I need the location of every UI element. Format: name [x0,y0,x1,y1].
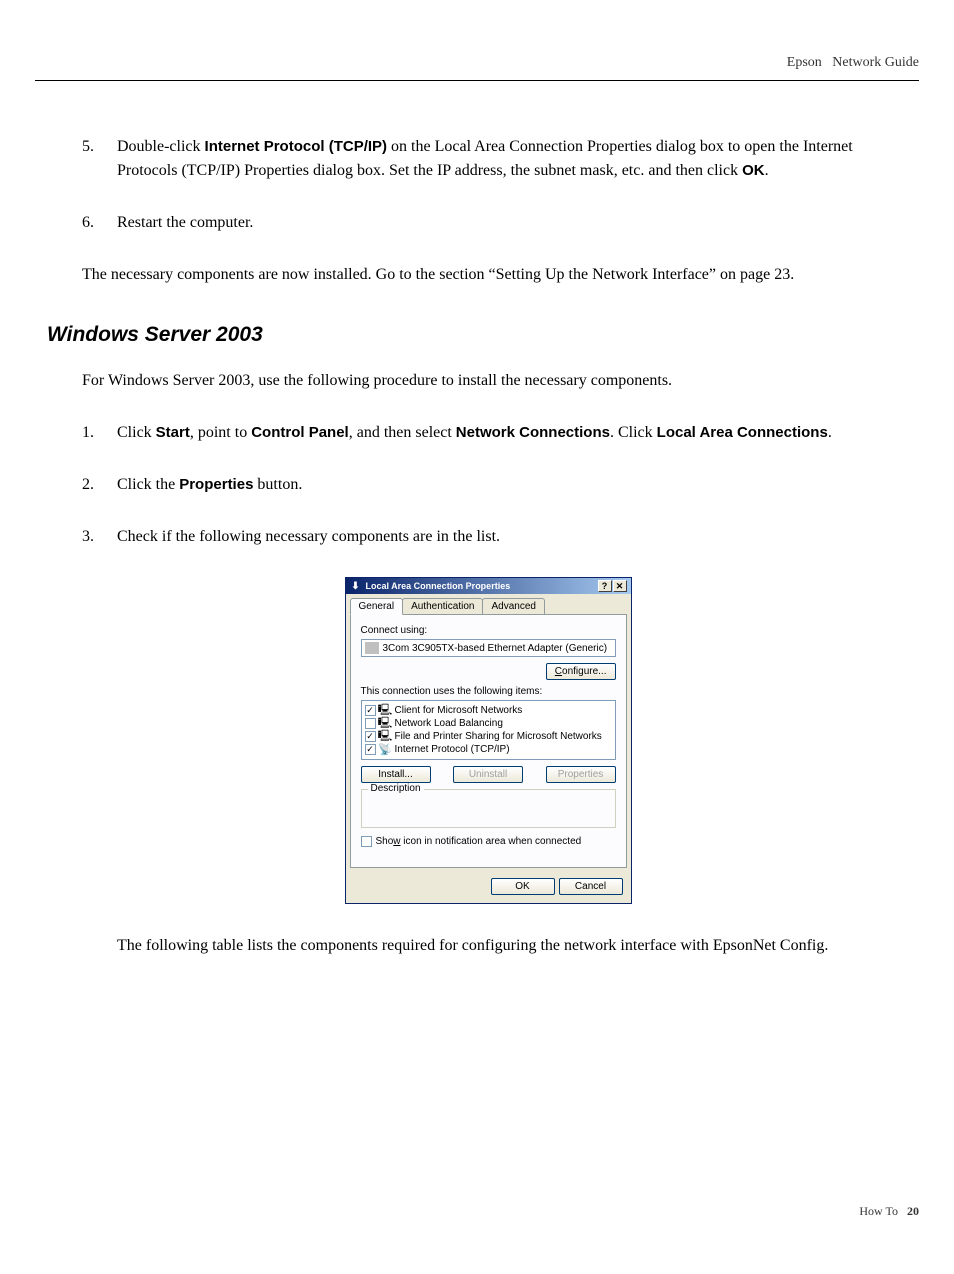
dialog-tabs: General Authentication Advanced [346,594,631,614]
uninstall-button[interactable]: Uninstall [453,766,523,783]
list-item[interactable]: ✓ 🖳 Client for Microsoft Networks [365,704,612,717]
step-number: 3. [82,525,117,549]
step-number: 2. [82,473,117,497]
dialog-title: Local Area Connection Properties [366,581,511,591]
checkbox-icon[interactable] [361,836,372,847]
step-text: Restart the computer. [117,211,894,235]
close-button[interactable]: ✕ [613,580,627,592]
protocol-icon: 📡 [379,743,392,756]
cancel-button[interactable]: Cancel [559,878,623,895]
dialog-footer: OK Cancel [346,872,631,903]
step-text: Click the Properties button. [117,473,894,497]
checkbox-icon[interactable]: ✓ [365,705,376,716]
adapter-icon [365,642,379,654]
connection-icon: ⬇ [350,580,362,592]
items-label: This connection uses the following items… [361,686,616,697]
description-group: Description [361,789,616,828]
step-1: 1. Click Start, point to Control Panel, … [82,421,894,445]
step-text: Click Start, point to Control Panel, and… [117,421,894,445]
adapter-field: 3Com 3C905TX-based Ethernet Adapter (Gen… [361,639,616,657]
connect-using-label: Connect using: [361,625,616,636]
page-content: 5. Double-click Internet Protocol (TCP/I… [82,135,894,986]
page-footer: How To 20 [859,1204,919,1219]
tab-content: Connect using: 3Com 3C905TX-based Ethern… [350,614,627,868]
step-number: 5. [82,135,117,183]
footer-page-number: 20 [907,1204,919,1218]
section-heading: Windows Server 2003 [47,323,894,347]
step-text: Check if the following necessary compone… [117,525,894,549]
checkbox-icon[interactable]: ✓ [365,744,376,755]
configure-button[interactable]: Configure... [546,663,616,680]
list-item[interactable]: ✓ 🖳 File and Printer Sharing for Microso… [365,730,612,743]
tab-advanced[interactable]: Advanced [482,598,544,614]
list-item[interactable]: 🖳 Network Load Balancing [365,717,612,730]
description-label: Description [368,783,424,794]
step-6: 6. Restart the computer. [82,211,894,235]
bold-term: Internet Protocol (TCP/IP) [205,138,388,155]
checkbox-icon[interactable]: ✓ [365,731,376,742]
tab-authentication[interactable]: Authentication [402,598,483,614]
step-number: 1. [82,421,117,445]
paragraph: The following table lists the components… [117,934,894,958]
list-item[interactable]: ✓ 📡 Internet Protocol (TCP/IP) [365,743,612,756]
step-number: 6. [82,211,117,235]
step-5: 5. Double-click Internet Protocol (TCP/I… [82,135,894,183]
show-icon-row: Show icon in notification area when conn… [361,836,616,847]
paragraph: The necessary components are now install… [82,263,894,287]
properties-button[interactable]: Properties [546,766,616,783]
service-icon: 🖳 [379,730,392,743]
items-list: ✓ 🖳 Client for Microsoft Networks 🖳 Netw… [361,700,616,760]
header-brand: Epson [787,55,822,70]
page-header: Epson Network Guide [787,55,919,71]
help-button[interactable]: ? [598,580,612,592]
step-text: Double-click Internet Protocol (TCP/IP) … [117,135,894,183]
tab-general[interactable]: General [350,598,404,615]
checkbox-icon[interactable] [365,718,376,729]
step-2: 2. Click the Properties button. [82,473,894,497]
paragraph: For Windows Server 2003, use the followi… [82,369,894,393]
header-divider [35,80,919,81]
show-icon-label: Show icon in notification area when conn… [376,836,582,847]
header-doc-title: Network Guide [832,55,919,70]
bold-term: OK [742,162,765,179]
install-button[interactable]: Install... [361,766,431,783]
adapter-name: 3Com 3C905TX-based Ethernet Adapter (Gen… [383,643,608,654]
footer-section: How To [859,1204,898,1218]
dialog-titlebar: ⬇ Local Area Connection Properties ? ✕ [346,578,631,594]
properties-dialog: ⬇ Local Area Connection Properties ? ✕ G… [345,577,632,904]
dialog-screenshot: ⬇ Local Area Connection Properties ? ✕ G… [82,577,894,904]
ok-button[interactable]: OK [491,878,555,895]
step-3: 3. Check if the following necessary comp… [82,525,894,549]
